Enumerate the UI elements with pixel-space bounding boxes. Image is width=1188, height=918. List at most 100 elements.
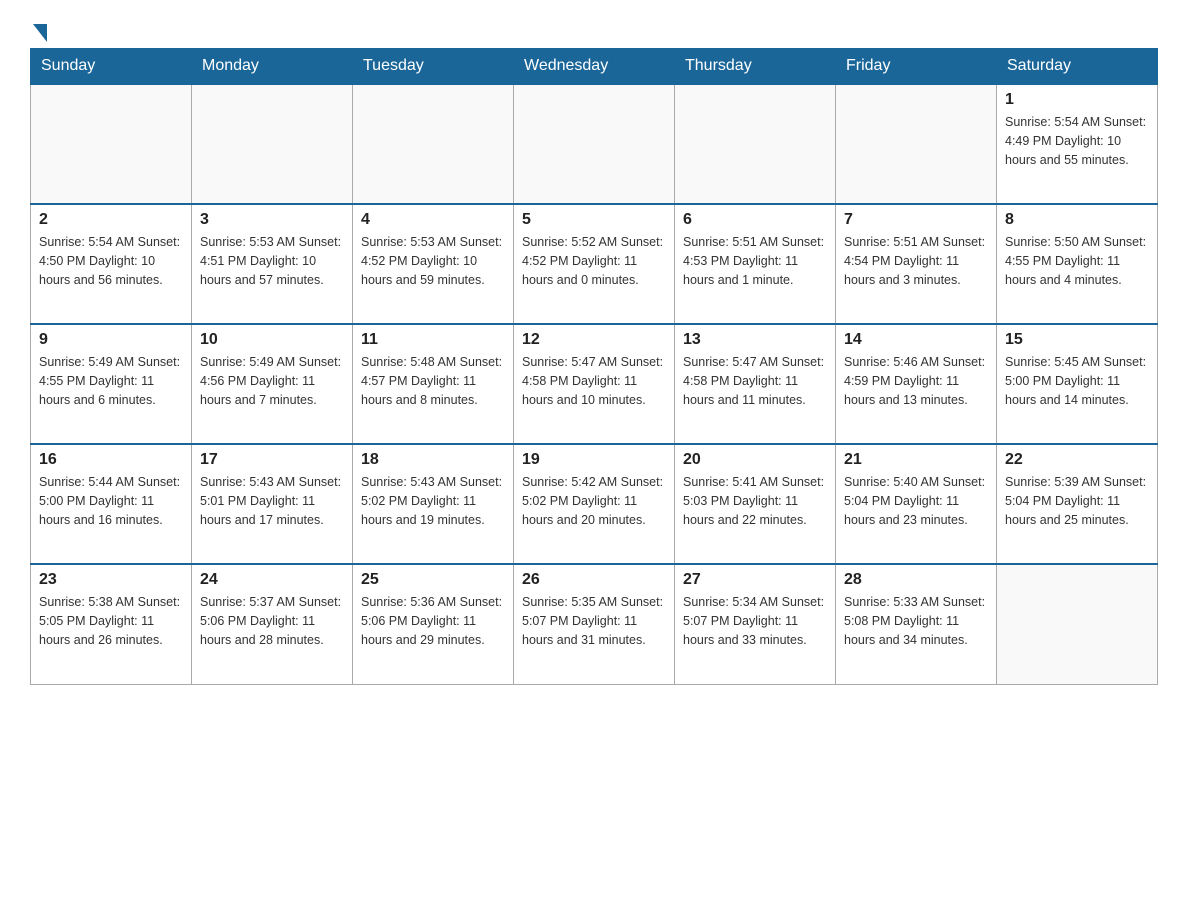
calendar-table: SundayMondayTuesdayWednesdayThursdayFrid…: [30, 48, 1158, 685]
day-info: Sunrise: 5:49 AM Sunset: 4:56 PM Dayligh…: [200, 353, 344, 409]
calendar-cell: 19 Sunrise: 5:42 AM Sunset: 5:02 PM Dayli…: [514, 444, 675, 564]
calendar-cell: 26 Sunrise: 5:35 AM Sunset: 5:07 PM Dayli…: [514, 564, 675, 684]
calendar-cell: 24 Sunrise: 5:37 AM Sunset: 5:06 PM Dayli…: [192, 564, 353, 684]
logo: [30, 20, 47, 38]
day-info: Sunrise: 5:51 AM Sunset: 4:54 PM Dayligh…: [844, 233, 988, 289]
day-number: 18: [361, 451, 505, 469]
calendar-week-row: 16 Sunrise: 5:44 AM Sunset: 5:00 PM Dayli…: [31, 444, 1158, 564]
day-info: Sunrise: 5:51 AM Sunset: 4:53 PM Dayligh…: [683, 233, 827, 289]
day-number: 3: [200, 211, 344, 229]
calendar-cell: [31, 84, 192, 204]
day-number: 19: [522, 451, 666, 469]
calendar-cell: 16 Sunrise: 5:44 AM Sunset: 5:00 PM Dayli…: [31, 444, 192, 564]
day-number: 14: [844, 331, 988, 349]
day-number: 22: [1005, 451, 1149, 469]
calendar-cell: 17 Sunrise: 5:43 AM Sunset: 5:01 PM Dayli…: [192, 444, 353, 564]
calendar-cell: 28 Sunrise: 5:33 AM Sunset: 5:08 PM Dayli…: [836, 564, 997, 684]
day-info: Sunrise: 5:54 AM Sunset: 4:49 PM Dayligh…: [1005, 113, 1149, 169]
day-number: 13: [683, 331, 827, 349]
day-info: Sunrise: 5:35 AM Sunset: 5:07 PM Dayligh…: [522, 593, 666, 649]
day-number: 7: [844, 211, 988, 229]
weekday-header-saturday: Saturday: [997, 49, 1158, 85]
weekday-header-thursday: Thursday: [675, 49, 836, 85]
day-info: Sunrise: 5:46 AM Sunset: 4:59 PM Dayligh…: [844, 353, 988, 409]
day-info: Sunrise: 5:44 AM Sunset: 5:00 PM Dayligh…: [39, 473, 183, 529]
weekday-header-wednesday: Wednesday: [514, 49, 675, 85]
calendar-cell: [675, 84, 836, 204]
calendar-cell: 3 Sunrise: 5:53 AM Sunset: 4:51 PM Daylig…: [192, 204, 353, 324]
day-info: Sunrise: 5:54 AM Sunset: 4:50 PM Dayligh…: [39, 233, 183, 289]
day-number: 20: [683, 451, 827, 469]
day-number: 27: [683, 571, 827, 589]
calendar-cell: 14 Sunrise: 5:46 AM Sunset: 4:59 PM Dayli…: [836, 324, 997, 444]
day-number: 21: [844, 451, 988, 469]
calendar-cell: 5 Sunrise: 5:52 AM Sunset: 4:52 PM Daylig…: [514, 204, 675, 324]
calendar-week-row: 2 Sunrise: 5:54 AM Sunset: 4:50 PM Daylig…: [31, 204, 1158, 324]
day-number: 10: [200, 331, 344, 349]
day-number: 4: [361, 211, 505, 229]
day-number: 6: [683, 211, 827, 229]
day-number: 25: [361, 571, 505, 589]
day-info: Sunrise: 5:47 AM Sunset: 4:58 PM Dayligh…: [683, 353, 827, 409]
day-number: 1: [1005, 91, 1149, 109]
day-info: Sunrise: 5:41 AM Sunset: 5:03 PM Dayligh…: [683, 473, 827, 529]
day-info: Sunrise: 5:50 AM Sunset: 4:55 PM Dayligh…: [1005, 233, 1149, 289]
day-number: 9: [39, 331, 183, 349]
day-number: 15: [1005, 331, 1149, 349]
day-number: 28: [844, 571, 988, 589]
calendar-week-row: 1 Sunrise: 5:54 AM Sunset: 4:49 PM Daylig…: [31, 84, 1158, 204]
day-number: 16: [39, 451, 183, 469]
day-info: Sunrise: 5:39 AM Sunset: 5:04 PM Dayligh…: [1005, 473, 1149, 529]
day-info: Sunrise: 5:42 AM Sunset: 5:02 PM Dayligh…: [522, 473, 666, 529]
page-header: [30, 20, 1158, 38]
calendar-cell: 21 Sunrise: 5:40 AM Sunset: 5:04 PM Dayli…: [836, 444, 997, 564]
day-number: 5: [522, 211, 666, 229]
calendar-cell: 1 Sunrise: 5:54 AM Sunset: 4:49 PM Daylig…: [997, 84, 1158, 204]
weekday-header-sunday: Sunday: [31, 49, 192, 85]
day-info: Sunrise: 5:52 AM Sunset: 4:52 PM Dayligh…: [522, 233, 666, 289]
calendar-cell: 6 Sunrise: 5:51 AM Sunset: 4:53 PM Daylig…: [675, 204, 836, 324]
day-info: Sunrise: 5:33 AM Sunset: 5:08 PM Dayligh…: [844, 593, 988, 649]
day-info: Sunrise: 5:43 AM Sunset: 5:02 PM Dayligh…: [361, 473, 505, 529]
weekday-header-row: SundayMondayTuesdayWednesdayThursdayFrid…: [31, 49, 1158, 85]
day-info: Sunrise: 5:49 AM Sunset: 4:55 PM Dayligh…: [39, 353, 183, 409]
day-number: 8: [1005, 211, 1149, 229]
calendar-cell: 13 Sunrise: 5:47 AM Sunset: 4:58 PM Dayli…: [675, 324, 836, 444]
calendar-cell: 18 Sunrise: 5:43 AM Sunset: 5:02 PM Dayli…: [353, 444, 514, 564]
calendar-cell: 15 Sunrise: 5:45 AM Sunset: 5:00 PM Dayli…: [997, 324, 1158, 444]
day-info: Sunrise: 5:53 AM Sunset: 4:51 PM Dayligh…: [200, 233, 344, 289]
calendar-cell: [514, 84, 675, 204]
day-number: 2: [39, 211, 183, 229]
calendar-cell: [997, 564, 1158, 684]
day-info: Sunrise: 5:40 AM Sunset: 5:04 PM Dayligh…: [844, 473, 988, 529]
calendar-cell: 7 Sunrise: 5:51 AM Sunset: 4:54 PM Daylig…: [836, 204, 997, 324]
calendar-cell: 22 Sunrise: 5:39 AM Sunset: 5:04 PM Dayli…: [997, 444, 1158, 564]
day-info: Sunrise: 5:47 AM Sunset: 4:58 PM Dayligh…: [522, 353, 666, 409]
day-number: 24: [200, 571, 344, 589]
day-number: 17: [200, 451, 344, 469]
day-number: 12: [522, 331, 666, 349]
day-info: Sunrise: 5:37 AM Sunset: 5:06 PM Dayligh…: [200, 593, 344, 649]
calendar-cell: 9 Sunrise: 5:49 AM Sunset: 4:55 PM Daylig…: [31, 324, 192, 444]
weekday-header-friday: Friday: [836, 49, 997, 85]
calendar-cell: 4 Sunrise: 5:53 AM Sunset: 4:52 PM Daylig…: [353, 204, 514, 324]
calendar-cell: 25 Sunrise: 5:36 AM Sunset: 5:06 PM Dayli…: [353, 564, 514, 684]
weekday-header-monday: Monday: [192, 49, 353, 85]
day-number: 23: [39, 571, 183, 589]
calendar-cell: 10 Sunrise: 5:49 AM Sunset: 4:56 PM Dayli…: [192, 324, 353, 444]
day-info: Sunrise: 5:36 AM Sunset: 5:06 PM Dayligh…: [361, 593, 505, 649]
day-info: Sunrise: 5:53 AM Sunset: 4:52 PM Dayligh…: [361, 233, 505, 289]
day-info: Sunrise: 5:38 AM Sunset: 5:05 PM Dayligh…: [39, 593, 183, 649]
calendar-week-row: 9 Sunrise: 5:49 AM Sunset: 4:55 PM Daylig…: [31, 324, 1158, 444]
day-number: 11: [361, 331, 505, 349]
day-info: Sunrise: 5:34 AM Sunset: 5:07 PM Dayligh…: [683, 593, 827, 649]
day-info: Sunrise: 5:45 AM Sunset: 5:00 PM Dayligh…: [1005, 353, 1149, 409]
calendar-cell: [836, 84, 997, 204]
calendar-cell: 27 Sunrise: 5:34 AM Sunset: 5:07 PM Dayli…: [675, 564, 836, 684]
day-info: Sunrise: 5:48 AM Sunset: 4:57 PM Dayligh…: [361, 353, 505, 409]
day-number: 26: [522, 571, 666, 589]
day-info: Sunrise: 5:43 AM Sunset: 5:01 PM Dayligh…: [200, 473, 344, 529]
calendar-cell: [192, 84, 353, 204]
logo-arrow-icon: [33, 24, 47, 42]
calendar-cell: 8 Sunrise: 5:50 AM Sunset: 4:55 PM Daylig…: [997, 204, 1158, 324]
